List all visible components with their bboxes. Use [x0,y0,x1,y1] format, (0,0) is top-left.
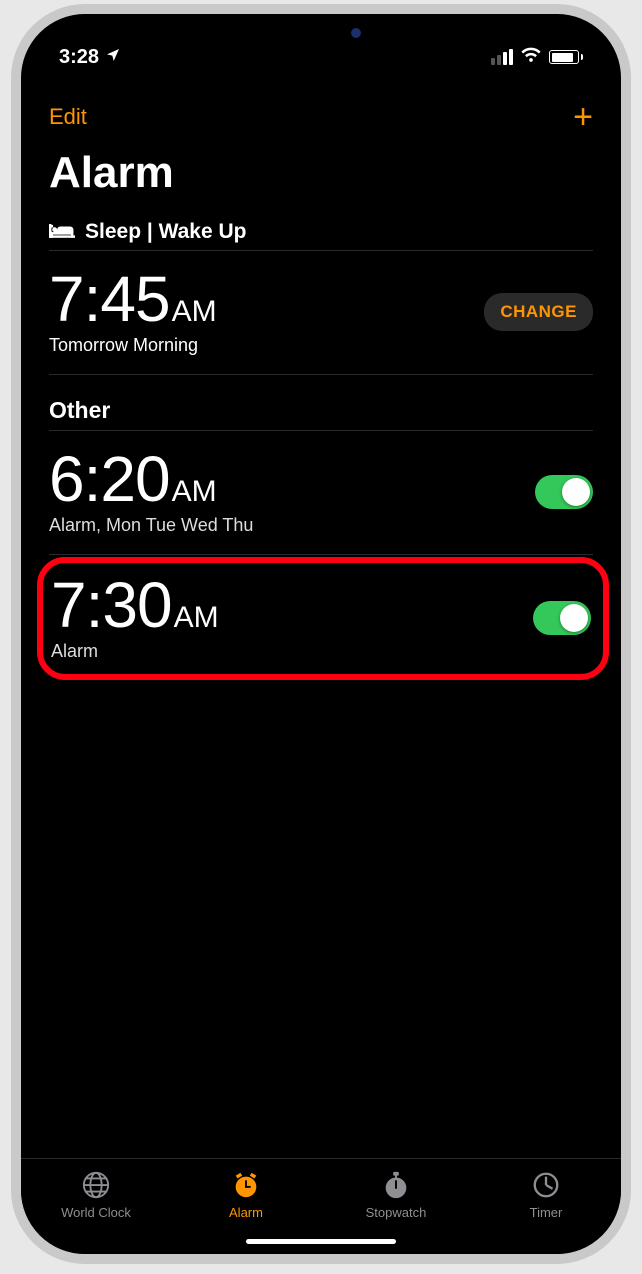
globe-icon [80,1169,112,1201]
alarm-time-value: 6:20 [49,443,170,515]
tab-label: World Clock [61,1205,131,1220]
status-left: 3:28 [59,46,121,69]
alarm-time-ampm: AM [172,475,217,508]
bed-icon [49,222,75,242]
location-icon [105,47,121,68]
content: Alarm Sleep | Wake Up 7:45AM Tomorrow Mo… [21,140,621,1158]
alarm-text: 7:30AM Alarm [51,573,219,662]
wifi-icon [520,45,542,69]
sleep-alarm-row[interactable]: 7:45AM Tomorrow Morning CHANGE [49,251,593,374]
alarm-clock-icon [230,1169,262,1201]
sleep-alarm-subtitle: Tomorrow Morning [49,335,217,356]
silent-switch [11,204,13,244]
sleep-section-header: Sleep | Wake Up [49,220,593,244]
divider [49,374,593,375]
tab-alarm[interactable]: Alarm [171,1169,321,1220]
timer-icon [530,1169,562,1201]
alarm-label: Alarm [51,641,219,662]
toggle-knob [560,604,588,632]
sleep-alarm-text: 7:45AM Tomorrow Morning [49,267,217,356]
cellular-icon [491,49,513,65]
screen: 3:28 Edit + Alarm [21,14,621,1254]
tab-world-clock[interactable]: World Clock [21,1169,171,1220]
other-section-label: Other [49,397,593,424]
alarm-text: 6:20AM Alarm, Mon Tue Wed Thu [49,447,253,536]
camera-dot [351,28,361,38]
volume-up-button [11,274,13,346]
tab-timer[interactable]: Timer [471,1169,621,1220]
home-indicator[interactable] [246,1239,396,1244]
notch [201,14,441,52]
alarm-time-ampm: AM [174,601,219,634]
alarm-label: Alarm, Mon Tue Wed Thu [49,515,253,536]
alarm-toggle[interactable] [535,475,593,509]
divider [49,554,593,555]
highlight-annotation: 7:30AM Alarm [37,557,609,680]
tab-stopwatch[interactable]: Stopwatch [321,1169,471,1220]
volume-down-button [11,364,13,436]
change-button[interactable]: CHANGE [484,293,593,331]
alarm-time: 6:20AM [49,447,253,511]
sleep-section-label: Sleep | Wake Up [85,220,246,244]
power-button [629,294,631,404]
edit-button[interactable]: Edit [49,104,87,130]
stopwatch-icon [380,1169,412,1201]
alarm-toggle[interactable] [533,601,591,635]
alarm-row[interactable]: 7:30AM Alarm [51,569,591,664]
sleep-alarm-time: 7:45AM [49,267,217,331]
sleep-time-ampm: AM [172,295,217,328]
phone-frame: 3:28 Edit + Alarm [11,4,631,1264]
sleep-time-value: 7:45 [49,263,170,335]
nav-bar: Edit + [21,86,621,140]
tab-label: Stopwatch [366,1205,427,1220]
page-title: Alarm [49,148,593,198]
tab-label: Timer [530,1205,563,1220]
tab-label: Alarm [229,1205,263,1220]
add-alarm-button[interactable]: + [573,105,593,129]
battery-icon [549,50,583,64]
alarm-time-value: 7:30 [51,569,172,641]
toggle-knob [562,478,590,506]
status-right [491,45,583,69]
status-time: 3:28 [59,46,99,69]
alarm-row[interactable]: 6:20AM Alarm, Mon Tue Wed Thu [49,431,593,554]
alarm-time: 7:30AM [51,573,219,637]
